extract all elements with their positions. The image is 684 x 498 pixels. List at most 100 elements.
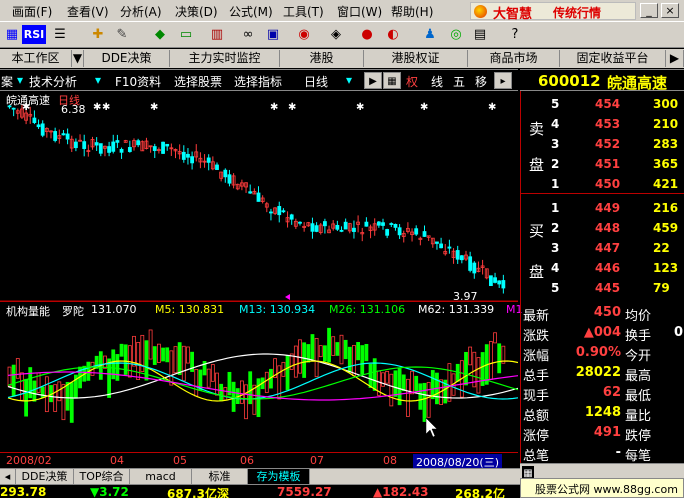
move-button[interactable]: 移 xyxy=(475,73,487,90)
coins-icon[interactable]: ◎ xyxy=(446,25,466,44)
expand-button[interactable]: ▸ xyxy=(494,72,512,89)
volume-bar xyxy=(152,346,157,365)
stat-value: 62 xyxy=(602,385,621,400)
close-button[interactable]: × xyxy=(661,3,679,18)
candle-body xyxy=(389,223,394,225)
grid-icon[interactable]: ▦ xyxy=(2,25,22,44)
arrow-icon: ▾ xyxy=(17,73,24,87)
level-volume: 210 xyxy=(653,117,679,131)
order-book-row[interactable]: 2 451 365 xyxy=(521,154,684,174)
binoculars-icon[interactable]: ∞ xyxy=(238,25,258,44)
order-book-row[interactable]: 4 446 123 xyxy=(521,258,684,278)
candle-body xyxy=(422,231,427,237)
order-book-row[interactable]: 5 454 300 xyxy=(521,94,684,114)
line-button[interactable]: 线 xyxy=(431,73,443,90)
indicator-tab-top[interactable]: TOP综合 xyxy=(74,469,130,484)
high-label: 6.38 xyxy=(61,103,86,116)
stat-label: 涨跌 xyxy=(523,329,550,344)
list-icon[interactable]: ☰ xyxy=(50,25,70,44)
tab-hk-warrant[interactable]: 港股权证 xyxy=(364,50,468,67)
adjust-rights-button[interactable]: 权 xyxy=(406,73,418,90)
volume-bar xyxy=(61,384,66,421)
indicator-tab-macd[interactable]: macd xyxy=(130,469,192,484)
tab-bar: 本工作区 ▼ DDE决策 主力实时监控 港股 港股权证 商品市场 固定收益平台 … xyxy=(0,49,684,68)
tab-scroll-left-icon[interactable]: ◂ xyxy=(0,469,16,484)
stat-row: 总笔 - 每笔 xyxy=(521,443,684,464)
f10-button[interactable]: F10资料 xyxy=(115,73,161,90)
candle-body xyxy=(11,107,16,110)
menu-item-decision[interactable]: 决策(D) xyxy=(175,3,218,20)
menu-item-window[interactable]: 窗口(W) xyxy=(337,3,382,20)
ruler-icon[interactable]: ✎ xyxy=(112,25,132,44)
tech-analysis-button[interactable]: 技术分析 xyxy=(29,73,77,90)
ticker-item: 268.2亿 xyxy=(455,487,505,498)
volume-bar xyxy=(285,355,290,391)
play-button[interactable]: ▶ xyxy=(364,72,382,89)
period-select[interactable]: 日线 xyxy=(304,73,328,90)
volume-bar xyxy=(488,341,493,380)
candle-body xyxy=(36,124,41,128)
order-book-row[interactable]: 3 452 283 xyxy=(521,134,684,154)
menu-item-help[interactable]: 帮助(H) xyxy=(391,3,433,20)
tab-monitor[interactable]: 主力实时监控 xyxy=(170,50,280,67)
chevron-down-icon[interactable]: ▼ xyxy=(72,50,84,67)
menu-item-tools[interactable]: 工具(T) xyxy=(283,3,324,20)
order-book-row[interactable]: 2 448 459 xyxy=(521,218,684,238)
candle-body xyxy=(488,275,493,287)
scheme-label[interactable]: 案 xyxy=(1,73,13,90)
select-stock-button[interactable]: 选择股票 xyxy=(174,73,222,90)
rsi-button[interactable]: RSI xyxy=(22,25,46,44)
chart-area[interactable]: ✱ ✱ ✱ ✱ ✱ ✱ ✱ ✱ ✱ 皖通高速 日线 6.38 3.97 机构量能 罗陀 131.… xyxy=(0,91,523,451)
menu-item-view[interactable]: 查看(V) xyxy=(67,3,109,20)
diamond-icon[interactable]: ◈ xyxy=(326,25,346,44)
crosshair-icon[interactable]: ✚ xyxy=(88,25,108,44)
people-icon[interactable]: ♟ xyxy=(420,25,440,44)
help-cursor-icon[interactable]: ? xyxy=(505,25,525,44)
order-book-row[interactable]: 1 450 421 xyxy=(521,174,684,194)
signal-star: ✱ xyxy=(150,102,158,113)
tab-fixed-income[interactable]: 固定收益平台 xyxy=(560,50,666,67)
select-indicator-button[interactable]: 选择指标 xyxy=(234,73,282,90)
orderbook-divider xyxy=(521,193,684,194)
minimize-button[interactable]: _ xyxy=(640,3,658,18)
tag-icon[interactable]: ● xyxy=(357,25,377,44)
indicator-tab-standard[interactable]: 标准 xyxy=(192,469,248,484)
candle-body xyxy=(364,221,369,227)
menu-item-analysis[interactable]: 分析(A) xyxy=(120,3,162,20)
kline-chart[interactable]: ✱ ✱ ✱ ✱ ✱ ✱ ✱ ✱ ✱ xyxy=(0,91,519,451)
order-book-row[interactable]: 3 447 22 xyxy=(521,238,684,258)
candle-body xyxy=(111,141,116,152)
menu-item-screen[interactable]: 画面(F) xyxy=(12,3,52,20)
signal-star: ✱ xyxy=(420,102,428,113)
print-icon[interactable]: ▤ xyxy=(470,25,490,44)
candle-body xyxy=(439,243,444,249)
tab-hk[interactable]: 港股 xyxy=(280,50,364,67)
tab-commodity[interactable]: 商品市场 xyxy=(468,50,560,67)
period-dropdown-icon[interactable]: ▾ xyxy=(346,73,352,87)
window-icon[interactable]: ▣ xyxy=(263,25,283,44)
volume-indicator-name[interactable]: 机构量能 xyxy=(6,303,50,319)
order-book-row[interactable]: 5 445 79 xyxy=(521,278,684,298)
save-template-tab[interactable]: 存为模板 xyxy=(248,469,310,484)
candle-body xyxy=(493,277,497,283)
order-book-row[interactable]: 1 449 216 xyxy=(521,198,684,218)
tab-dde[interactable]: DDE决策 xyxy=(84,50,170,67)
order-book-row[interactable]: 4 453 210 xyxy=(521,114,684,134)
candle-body xyxy=(501,280,506,289)
chart-icon[interactable]: ▥ xyxy=(207,25,227,44)
indicator-tab-dde[interactable]: DDE决策 xyxy=(16,469,74,484)
menu-item-formula[interactable]: 公式(M) xyxy=(229,3,273,20)
calendar-icon[interactable]: ▦ xyxy=(383,72,401,89)
money-icon[interactable]: ▭ xyxy=(176,25,196,44)
label-icon[interactable]: ◐ xyxy=(383,25,403,44)
tab-workspace[interactable]: 本工作区 xyxy=(0,50,72,67)
volume-bar xyxy=(156,343,161,363)
chevron-right-icon[interactable]: ▶ xyxy=(666,50,684,67)
site-text: 股票公式网 www.88gg.com xyxy=(535,483,678,496)
x-axis-label: 2008/02 xyxy=(6,454,52,467)
fish-icon[interactable]: ◆ xyxy=(150,25,170,44)
candle-body xyxy=(435,241,439,244)
candle-body xyxy=(119,148,124,153)
five-button[interactable]: 五 xyxy=(453,73,465,90)
group-icon[interactable]: ◉ xyxy=(294,25,314,44)
